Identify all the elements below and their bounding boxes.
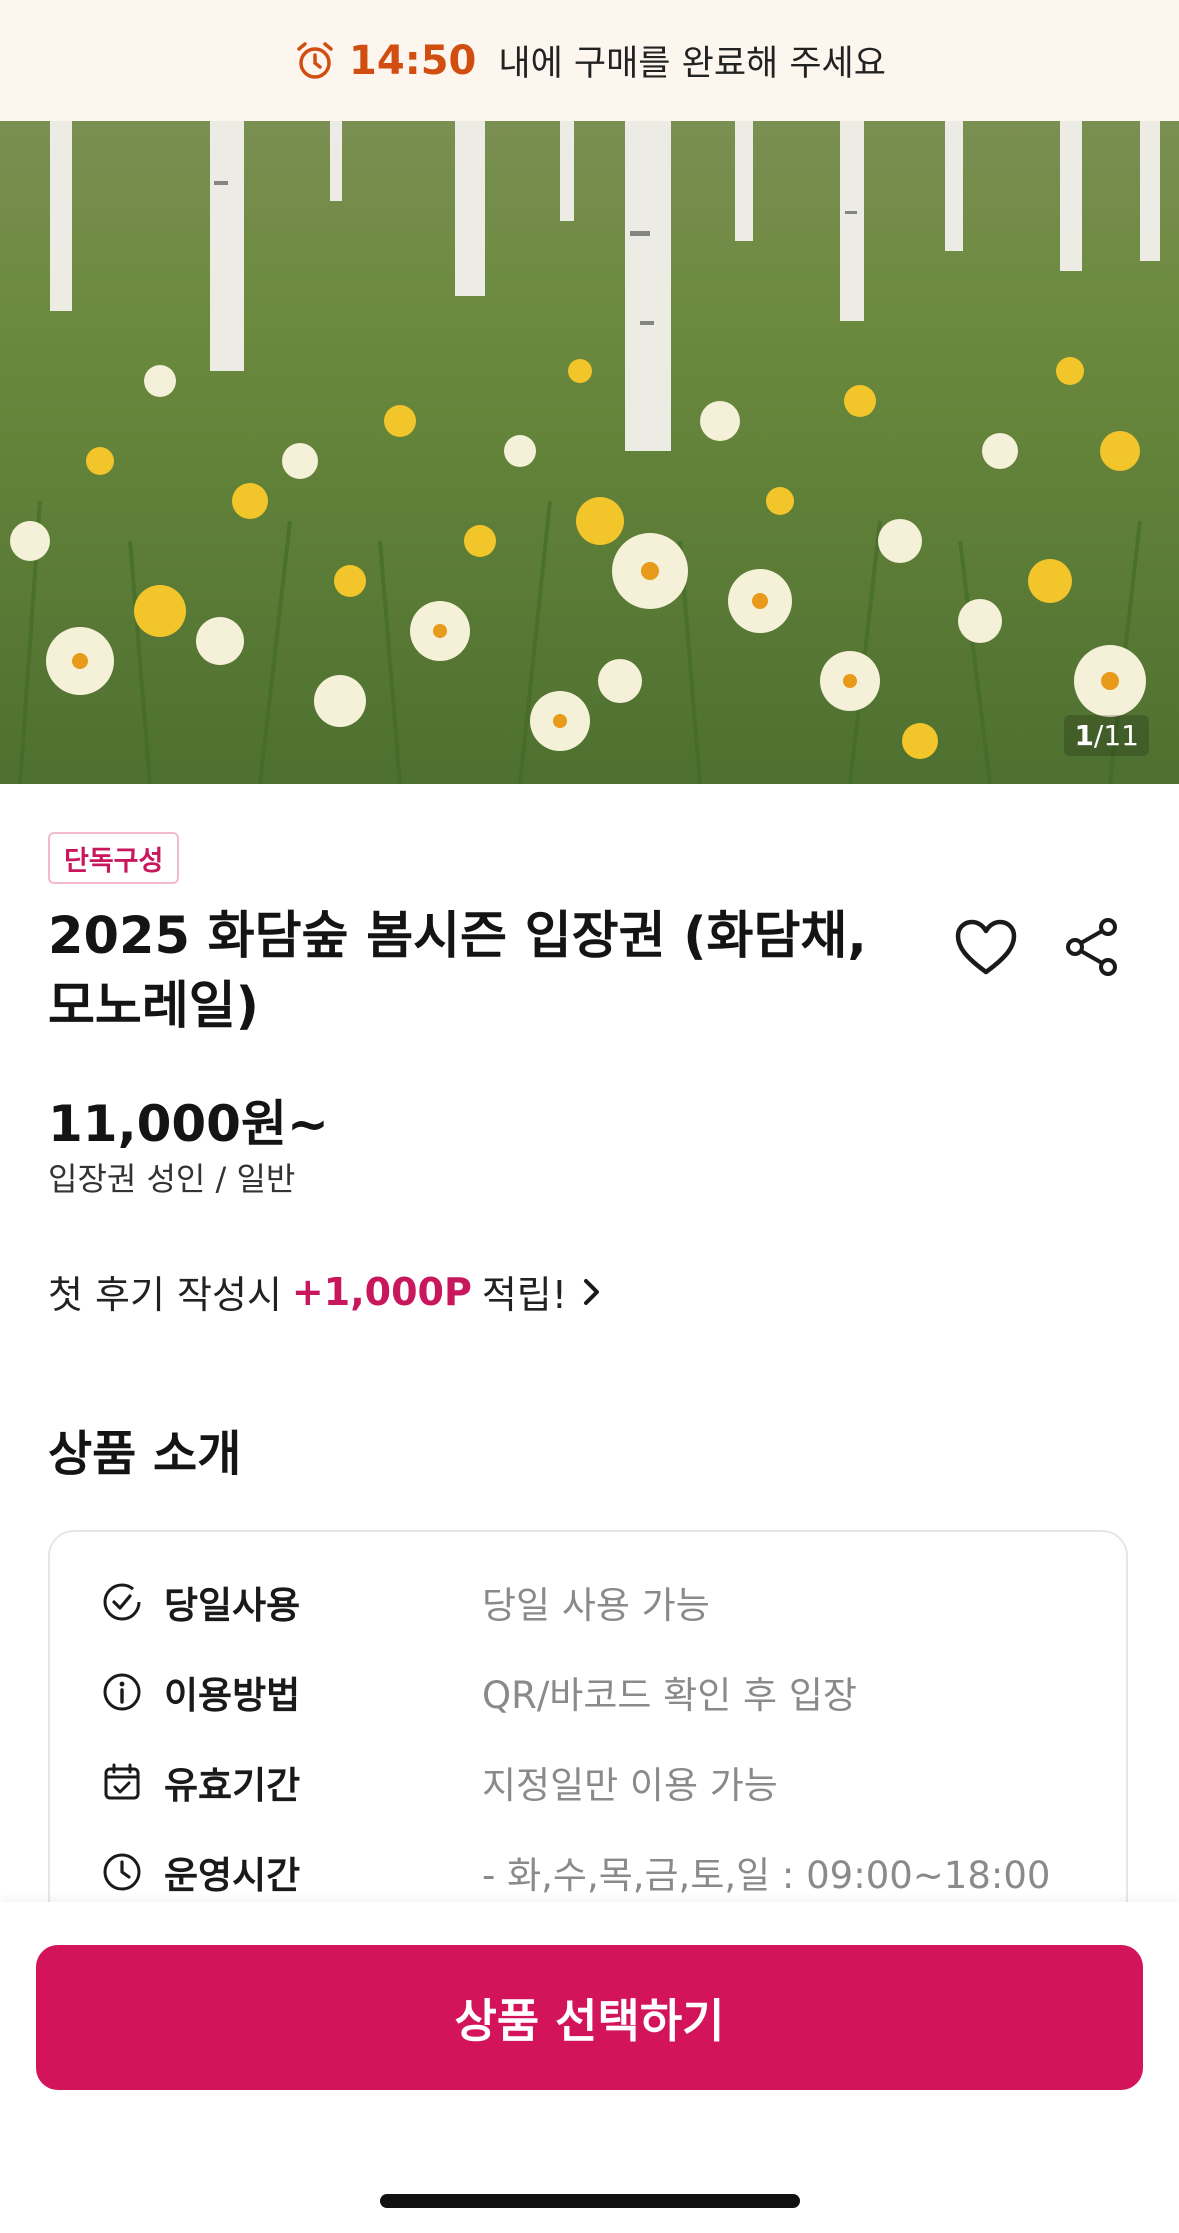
info-value: QR/바코드 확인 후 입장 bbox=[482, 1674, 857, 1717]
product-title-line2: 모노레일) bbox=[48, 977, 259, 1036]
info-row-same-day: 당일사용 당일 사용 가능 bbox=[102, 1572, 1102, 1632]
bottom-action-bar: 상품 선택하기 bbox=[0, 1902, 1179, 2233]
product-title-line1: 2025 화담숲 봄시즌 입장권 (화담채, bbox=[48, 907, 867, 966]
product-title: 2025 화담숲 봄시즌 입장권 (화담채, 모노레일) bbox=[48, 902, 928, 1042]
gallery-separator: / bbox=[1093, 719, 1104, 752]
product-photo bbox=[0, 121, 1179, 784]
alarm-clock-icon bbox=[297, 41, 333, 79]
review-reward-link[interactable]: 첫 후기 작성시 +1,000P 적립! bbox=[48, 1264, 603, 1319]
info-value: 지정일만 이용 가능 bbox=[482, 1764, 778, 1807]
check-circle-icon bbox=[102, 1582, 142, 1622]
product-info-card: 당일사용 당일 사용 가능 이용방법 QR/바코드 확인 후 입장 유효기간 지… bbox=[48, 1530, 1128, 1950]
timer-message: 내에 구매를 완료해 주세요 bbox=[498, 44, 886, 84]
info-label: 운영시간 bbox=[164, 1854, 301, 1897]
purchase-timer-bar: 14:50 내에 구매를 완료해 주세요 bbox=[0, 0, 1179, 121]
info-value: - 화,수,목,금,토,일 : 09:00~18:00 bbox=[482, 1854, 1051, 1897]
review-points: +1,000P bbox=[291, 1269, 472, 1314]
info-label: 유효기간 bbox=[164, 1764, 301, 1807]
chevron-right-icon bbox=[583, 1278, 599, 1305]
select-product-button[interactable]: 상품 선택하기 bbox=[36, 1945, 1143, 2090]
calendar-check-icon bbox=[102, 1762, 142, 1802]
review-prefix: 첫 후기 작성시 bbox=[48, 1273, 282, 1317]
home-indicator bbox=[380, 2194, 800, 2208]
info-circle-icon bbox=[102, 1672, 142, 1712]
product-image-gallery[interactable]: 1/11 bbox=[0, 121, 1179, 784]
exclusive-badge: 단독구성 bbox=[48, 832, 180, 884]
info-value: 당일 사용 가능 bbox=[482, 1584, 710, 1627]
review-suffix: 적립! bbox=[481, 1273, 567, 1317]
share-icon bbox=[1066, 918, 1117, 976]
info-label: 당일사용 bbox=[164, 1584, 301, 1627]
gallery-total: 11 bbox=[1103, 719, 1139, 752]
info-row-usage: 이용방법 QR/바코드 확인 후 입장 bbox=[102, 1662, 1102, 1722]
clock-icon bbox=[102, 1852, 142, 1892]
product-price: 11,000원~ bbox=[48, 1095, 329, 1153]
wishlist-button[interactable] bbox=[951, 912, 1021, 982]
timer-time: 14:50 bbox=[349, 37, 477, 84]
info-row-hours: 운영시간 - 화,수,목,금,토,일 : 09:00~18:00 bbox=[102, 1842, 1102, 1902]
price-option-label: 입장권 성인 / 일반 bbox=[48, 1160, 296, 1198]
info-label: 이용방법 bbox=[164, 1674, 301, 1717]
gallery-counter: 1/11 bbox=[1064, 715, 1149, 756]
gallery-current: 1 bbox=[1074, 719, 1094, 752]
product-intro-title: 상품 소개 bbox=[48, 1426, 242, 1482]
share-button[interactable] bbox=[1057, 912, 1127, 982]
info-row-validity: 유효기간 지정일만 이용 가능 bbox=[102, 1752, 1102, 1812]
heart-icon bbox=[955, 919, 1017, 975]
